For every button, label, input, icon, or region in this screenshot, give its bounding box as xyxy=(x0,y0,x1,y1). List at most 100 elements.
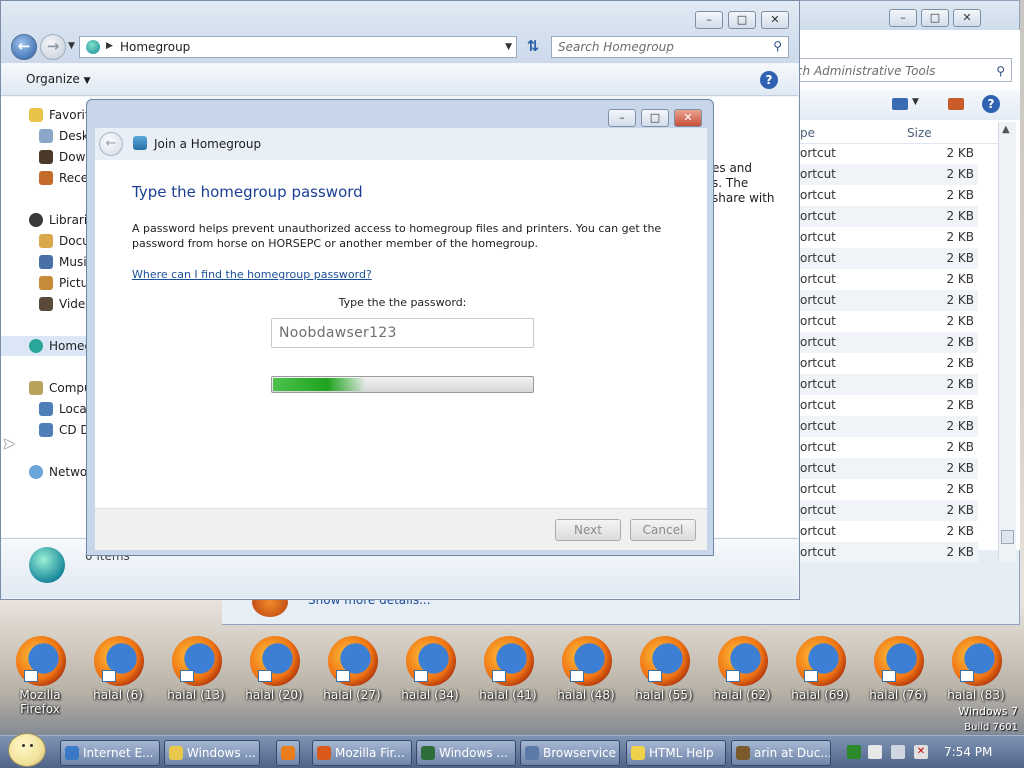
close-button[interactable]: ✕ xyxy=(674,109,702,127)
desktop-icon-label[interactable]: halal (48) xyxy=(548,688,624,702)
volume-muted-icon[interactable]: ✕ xyxy=(914,745,928,759)
file-row[interactable]: ortcut 2 KB xyxy=(800,458,978,479)
file-row[interactable]: ortcut 2 KB xyxy=(800,521,978,542)
file-row[interactable]: ortcut 2 KB xyxy=(800,500,978,521)
close-button[interactable]: ✕ xyxy=(953,9,981,27)
file-row[interactable]: ortcut 2 KB xyxy=(800,437,978,458)
nav-recent[interactable]: Recer xyxy=(1,168,91,188)
desktop-icon-label[interactable]: halal (55) xyxy=(626,688,702,702)
nav-downloads[interactable]: Down xyxy=(1,147,91,167)
firefox-shortcut-icon[interactable] xyxy=(718,636,768,686)
organize-button[interactable]: Organize ▼ xyxy=(26,72,91,86)
file-row[interactable]: ortcut 2 KB xyxy=(800,185,978,206)
desktop-icon-label[interactable]: halal (27) xyxy=(314,688,390,702)
minimize-button[interactable]: – xyxy=(608,109,636,127)
start-button[interactable] xyxy=(8,733,46,767)
firefox-shortcut-icon[interactable] xyxy=(328,636,378,686)
back-button[interactable]: ← xyxy=(11,34,37,60)
taskbar-button[interactable] xyxy=(276,740,300,766)
nav-documents[interactable]: Docu xyxy=(1,231,91,251)
file-row[interactable]: ortcut 2 KB xyxy=(800,143,978,164)
nav-homegroup[interactable]: Homeg xyxy=(1,336,91,356)
firefox-shortcut-icon[interactable] xyxy=(484,636,534,686)
desktop-icon-label[interactable]: halal (76) xyxy=(860,688,936,702)
maximize-button[interactable]: □ xyxy=(641,109,669,127)
taskbar-button[interactable]: Windows ... xyxy=(164,740,260,766)
desktop-icon-label[interactable]: halal (34) xyxy=(392,688,468,702)
taskbar-button[interactable]: Browservice xyxy=(520,740,620,766)
maximize-button[interactable]: □ xyxy=(921,9,949,27)
file-row[interactable]: ortcut 2 KB xyxy=(800,227,978,248)
taskbar-button[interactable]: Internet E... xyxy=(60,740,160,766)
file-row[interactable]: ortcut 2 KB xyxy=(800,353,978,374)
firefox-shortcut-icon[interactable] xyxy=(874,636,924,686)
desktop-icon-label[interactable]: halal (62) xyxy=(704,688,780,702)
nav-music[interactable]: Musi xyxy=(1,252,91,272)
file-row[interactable]: ortcut 2 KB xyxy=(800,290,978,311)
file-row[interactable]: ortcut 2 KB xyxy=(800,248,978,269)
flag-icon[interactable] xyxy=(868,745,882,759)
nav-videos[interactable]: Video xyxy=(1,294,91,314)
file-row[interactable]: ortcut 2 KB xyxy=(800,164,978,185)
nav-local-disk[interactable]: Local xyxy=(1,399,91,419)
desktop-icon-label[interactable]: Mozilla Firefox xyxy=(2,688,78,716)
firefox-shortcut-icon[interactable] xyxy=(952,636,1002,686)
close-button[interactable]: ✕ xyxy=(761,11,789,29)
refresh-icon[interactable]: ⇅ xyxy=(523,37,543,57)
file-row[interactable]: ortcut 2 KB xyxy=(800,416,978,437)
file-row[interactable]: ortcut 2 KB xyxy=(800,374,978,395)
back-arrow-icon[interactable]: ← xyxy=(99,132,123,156)
desktop-icon-label[interactable]: halal (83) xyxy=(938,688,1014,702)
file-row[interactable]: ortcut 2 KB xyxy=(800,479,978,500)
nav-libraries[interactable]: Librarie xyxy=(1,210,91,230)
file-row[interactable]: ortcut 2 KB xyxy=(800,395,978,416)
network-tray-icon[interactable] xyxy=(891,745,905,759)
forward-button[interactable]: → xyxy=(40,34,66,60)
address-bar[interactable]: ▶ Homegroup ▼ xyxy=(79,36,517,58)
taskbar-button[interactable]: Windows ... xyxy=(416,740,516,766)
column-size-header[interactable]: Size xyxy=(907,126,932,140)
nav-computer[interactable]: Compu xyxy=(1,378,91,398)
help-icon[interactable]: ? xyxy=(760,71,778,89)
cancel-button[interactable]: Cancel xyxy=(630,519,696,541)
file-row[interactable]: ortcut 2 KB xyxy=(800,206,978,227)
firefox-shortcut-icon[interactable] xyxy=(250,636,300,686)
file-row[interactable]: ortcut 2 KB xyxy=(800,542,978,563)
green-tray-icon[interactable] xyxy=(847,745,861,759)
minimize-button[interactable]: – xyxy=(695,11,723,29)
file-row[interactable]: ortcut 2 KB xyxy=(800,332,978,353)
column-type-header[interactable]: pe xyxy=(800,126,815,140)
firefox-shortcut-icon[interactable] xyxy=(172,636,222,686)
chevron-down-icon[interactable]: ▼ xyxy=(912,97,919,107)
preview-pane-icon[interactable] xyxy=(948,98,964,110)
nav-pictures[interactable]: Pictu xyxy=(1,273,91,293)
firefox-shortcut-icon[interactable] xyxy=(406,636,456,686)
firefox-shortcut-icon[interactable] xyxy=(796,636,846,686)
firefox-shortcut-icon[interactable] xyxy=(640,636,690,686)
file-row[interactable]: ortcut 2 KB xyxy=(800,269,978,290)
taskbar-button[interactable]: Mozilla Fir... xyxy=(312,740,412,766)
scroll-thumb[interactable] xyxy=(1001,530,1014,544)
taskbar-button[interactable]: HTML Help xyxy=(626,740,726,766)
view-icon[interactable] xyxy=(892,98,908,110)
file-row[interactable]: ortcut 2 KB xyxy=(800,311,978,332)
desktop-icon-label[interactable]: halal (69) xyxy=(782,688,858,702)
desktop-icon-label[interactable]: halal (41) xyxy=(470,688,546,702)
vertical-scrollbar[interactable]: ▲ xyxy=(998,122,1016,562)
nav-favorites[interactable]: Favorit xyxy=(1,105,91,125)
address-dropdown-icon[interactable]: ▼ xyxy=(505,42,512,52)
taskbar-button[interactable]: arin at Duc... xyxy=(731,740,831,766)
nav-network[interactable]: Netwo xyxy=(1,462,91,482)
firefox-shortcut-icon[interactable] xyxy=(16,636,66,686)
maximize-button[interactable]: □ xyxy=(728,11,756,29)
password-input[interactable]: Noobdawser123 xyxy=(271,318,534,348)
minimize-button[interactable]: – xyxy=(889,9,917,27)
search-input[interactable]: Search Homegroup ⚲ xyxy=(551,36,789,58)
clock[interactable]: 7:54 PM xyxy=(944,745,992,759)
firefox-shortcut-icon[interactable] xyxy=(562,636,612,686)
desktop-icon-label[interactable]: halal (20) xyxy=(236,688,312,702)
firefox-shortcut-icon[interactable] xyxy=(94,636,144,686)
scroll-up-icon[interactable]: ▲ xyxy=(1002,124,1010,135)
nav-desktop[interactable]: Deskt xyxy=(1,126,91,146)
next-button[interactable]: Next xyxy=(555,519,621,541)
